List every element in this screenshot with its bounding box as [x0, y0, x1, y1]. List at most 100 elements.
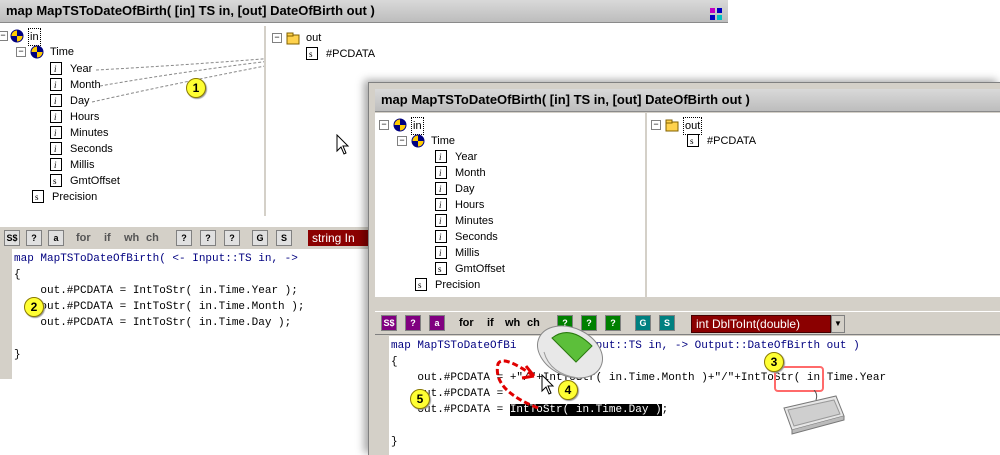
tree-label: out — [683, 117, 703, 135]
toolbar-if[interactable]: if — [104, 230, 111, 246]
toolbar-button-a[interactable]: a — [48, 230, 64, 246]
svg-text:s: s — [690, 136, 694, 146]
front-title-text: map MapTSToDateOfBirth( [in] TS in, [out… — [381, 92, 750, 107]
toolbar-for[interactable]: for — [459, 315, 474, 331]
tree-label: GmtOffset — [70, 175, 120, 187]
element-icon — [411, 134, 425, 148]
callout-badge-4: 4 — [558, 380, 578, 400]
string-icon: s — [435, 262, 447, 275]
integer-icon: i — [50, 126, 62, 139]
toolbar-button-5[interactable]: ? — [200, 230, 216, 246]
code-text: ; — [661, 404, 669, 416]
window-icon — [710, 5, 722, 20]
integer-icon: i — [50, 142, 62, 155]
callout-badge-2: 2 — [24, 297, 44, 317]
tree-label: Seconds — [455, 231, 498, 243]
element-icon — [393, 118, 407, 132]
collapse-icon[interactable]: − — [272, 33, 282, 43]
code-line: out.#PCDATA = IntToStr( in.Time.Month ); — [14, 301, 305, 313]
toolbar-for[interactable]: for — [76, 230, 91, 246]
code-text: Input::TS in, -> Output::DateOfBirth out… — [582, 340, 860, 352]
front-output-pane: − out s #PCDATA — [647, 113, 1000, 297]
toolbar-button-s[interactable]: S$ — [4, 230, 20, 246]
toolbar-button-8[interactable]: S — [276, 230, 292, 246]
toolbar-button-8[interactable]: S — [659, 315, 675, 331]
svg-text:s: s — [35, 192, 39, 202]
tree-label: Day — [455, 183, 475, 195]
tree-label: Year — [455, 151, 478, 163]
front-window-title: map MapTSToDateOfBirth( [in] TS in, [out… — [375, 89, 1000, 112]
tree-label: GmtOffset — [455, 263, 505, 275]
string-icon: s — [50, 174, 62, 187]
integer-icon: i — [435, 230, 447, 243]
callout-badge-3: 3 — [764, 352, 784, 372]
function-dropdown[interactable]: string In — [308, 230, 376, 246]
toolbar-button-4[interactable]: ? — [176, 230, 192, 246]
integer-icon: i — [435, 182, 447, 195]
toolbar-if[interactable]: if — [487, 315, 494, 331]
tree-label: Millis — [455, 247, 480, 259]
toolbar-button-7[interactable]: G — [635, 315, 651, 331]
integer-icon: i — [435, 246, 447, 259]
callout-badge-1: 1 — [186, 78, 206, 98]
toolbar-wh[interactable]: wh — [505, 315, 520, 331]
code-line: map MapTSToDateOfBi Input::TS in, -> Outp… — [391, 340, 860, 352]
mouse-pointer-icon — [541, 374, 555, 395]
toolbar-wh[interactable]: wh — [124, 230, 139, 246]
tree-label: Minutes — [455, 215, 494, 227]
toolbar-button-7[interactable]: G — [252, 230, 268, 246]
integer-icon: i — [435, 214, 447, 227]
integer-icon: i — [50, 110, 62, 123]
tree-label: Minutes — [70, 127, 109, 139]
inserted-text-highlight — [774, 366, 824, 392]
string-icon: s — [306, 47, 318, 60]
integer-icon: i — [50, 158, 62, 171]
integer-icon: i — [435, 150, 447, 163]
tree-label: #PCDATA — [707, 135, 757, 147]
svg-text:s: s — [438, 264, 442, 274]
code-line: } — [14, 349, 21, 361]
keyboard-icon — [783, 390, 845, 435]
tree-label: Precision — [435, 279, 481, 291]
code-line: } — [391, 436, 398, 448]
toolbar-button-q[interactable]: ? — [26, 230, 42, 246]
tree-label: #PCDATA — [326, 48, 376, 60]
code-line: out.#PCDATA = IntToStr( in.Time.Day ); — [14, 317, 292, 329]
front-input-pane: − in − Time i Year i Month i Day i Hours i Mi… — [375, 113, 645, 297]
folder-element-icon — [665, 118, 679, 132]
function-dropdown[interactable]: int DblToInt(double) — [691, 315, 831, 333]
code-line: map MapTSToDateOfBirth( <- Input::TS in,… — [14, 253, 298, 265]
code-line: out.#PCDATA = IntToStr( in.Time.Year ); — [14, 285, 298, 297]
back-toolbar: S$ ? a for if wh ch ? ? ? G S string In — [0, 226, 376, 250]
collapse-icon[interactable]: − — [651, 120, 661, 130]
toolbar-button-a[interactable]: a — [429, 315, 445, 331]
string-icon: s — [32, 190, 44, 203]
collapse-icon[interactable]: − — [379, 120, 389, 130]
tree-label: Hours — [70, 111, 100, 123]
dropdown-arrow-icon[interactable]: ▼ — [831, 315, 845, 333]
toolbar-button-6[interactable]: ? — [224, 230, 240, 246]
front-toolbar: S$ ? a for if wh ch ? ? ? G S int DblToI… — [375, 311, 1000, 335]
string-icon: s — [687, 134, 699, 147]
back-code-editor[interactable]: map MapTSToDateOfBirth( <- Input::TS in,… — [0, 249, 384, 379]
collapse-icon[interactable]: − — [397, 136, 407, 146]
tree-label: Seconds — [70, 143, 113, 155]
callout-badge-5: 5 — [410, 389, 430, 409]
code-line: { — [391, 356, 398, 368]
tree-label: Millis — [70, 159, 95, 171]
front-code-editor[interactable]: map MapTSToDateOfBi Input::TS in, -> Outp… — [375, 336, 1000, 455]
svg-text:s: s — [53, 176, 57, 186]
tree-label: in — [411, 117, 424, 135]
tree-label: Month — [455, 167, 486, 179]
toolbar-button-q[interactable]: ? — [405, 315, 421, 331]
toolbar-ch[interactable]: ch — [146, 230, 159, 246]
mouse-pointer-icon — [336, 134, 350, 155]
folder-element-icon — [286, 31, 300, 45]
tree-label: out — [306, 32, 322, 44]
code-line: { — [14, 269, 21, 281]
string-icon: s — [415, 278, 427, 291]
toolbar-button-s[interactable]: S$ — [381, 315, 397, 331]
tree-label: Hours — [455, 199, 485, 211]
svg-text:s: s — [309, 49, 313, 59]
integer-icon: i — [435, 198, 447, 211]
